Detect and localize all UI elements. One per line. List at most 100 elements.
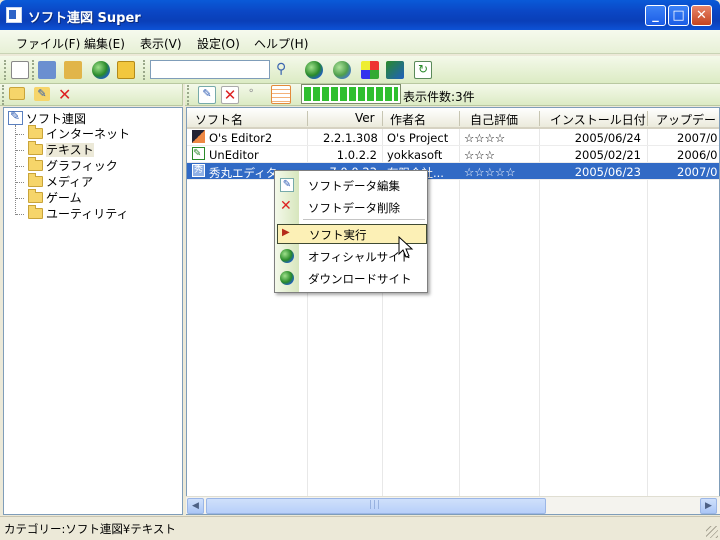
tree-toolbar: ✎ ✕ — [0, 84, 183, 106]
column-header-update-date[interactable]: アップデー — [656, 111, 716, 128]
cell-author: yokkasoft — [387, 148, 443, 162]
toolbar-grip[interactable] — [4, 60, 7, 80]
search-input[interactable] — [150, 60, 270, 79]
progress-fill — [304, 87, 398, 101]
toolbar-grip[interactable] — [143, 60, 146, 80]
resize-grip[interactable] — [706, 526, 718, 538]
delete-icon[interactable]: ✕ — [221, 86, 239, 104]
app-icon — [6, 7, 22, 23]
menu-help[interactable]: ヘルプ(H) — [254, 35, 308, 52]
menu-download-site[interactable]: ダウンロードサイト — [275, 268, 427, 288]
tree-node-internet[interactable]: インターネット — [28, 125, 130, 141]
menu-bar: ファイル(F) 編集(E) 表示(V) 設定(O) ヘルプ(H) — [0, 30, 720, 54]
reload-icon[interactable]: ↻ — [414, 61, 432, 79]
menu-item-label: ソフトデータ編集 — [308, 179, 400, 193]
menu-view[interactable]: 表示(V) — [140, 35, 182, 52]
tree-node-label: ユーティリティ — [46, 207, 129, 221]
folder-icon — [28, 125, 43, 139]
color-icon[interactable] — [361, 61, 379, 79]
tree-node-game[interactable]: ゲーム — [28, 189, 82, 205]
tree-root-label: ソフト連図 — [26, 112, 87, 126]
menu-file[interactable]: ファイル(F) — [16, 35, 80, 52]
menu-settings[interactable]: 設定(O) — [197, 35, 240, 52]
cell-installed: 2005/02/21 — [574, 148, 641, 162]
edit-icon[interactable]: ✎ — [198, 86, 216, 104]
menu-edit[interactable]: 編集(E) — [84, 35, 125, 52]
table-row-selected[interactable]: 秀 秀丸エディタ 7.0.0.23 有限会社... ☆☆☆☆☆ 2005/06/… — [187, 163, 719, 180]
tree-node-label: グラフィック — [46, 159, 118, 173]
refresh-icon[interactable] — [92, 61, 110, 79]
column-header-author[interactable]: 作者名 — [390, 111, 426, 128]
cell-updated: 2007/0 — [677, 165, 718, 179]
close-button[interactable]: ✕ — [691, 5, 712, 26]
status-text: カテゴリー:ソフト連図¥テキスト — [4, 522, 176, 536]
software-list[interactable]: ソフト名 Ver 作者名 自己評価 インストール日付 アップデー O's Edi… — [186, 107, 720, 515]
cell-author: O's Project — [387, 131, 449, 145]
main-toolbar: ⚲ ↻ — [0, 56, 720, 84]
toolbar-grip[interactable] — [187, 85, 190, 105]
tree-node-graphics[interactable]: グラフィック — [28, 157, 118, 173]
delete-folder-icon[interactable]: ✕ — [58, 85, 76, 104]
scroll-right-button[interactable]: ▶ — [700, 498, 717, 514]
folder-open-icon — [28, 141, 43, 155]
cell-ver: 1.0.2.2 — [336, 148, 377, 162]
tree-root[interactable]: ソフト連図 — [8, 109, 87, 126]
folder-icon — [28, 189, 43, 203]
column-header-install-date[interactable]: インストール日付 — [550, 111, 646, 128]
cell-name: 秀丸エディタ — [209, 166, 278, 180]
tree-node-text[interactable]: テキスト — [28, 141, 94, 157]
column-header-rating[interactable]: 自己評価 — [470, 111, 518, 128]
edit-icon: ✎ — [280, 178, 294, 192]
category-tree[interactable]: ソフト連図 インターネット テキスト グラフィック メディア ゲーム ユーティリ… — [3, 107, 183, 515]
app-icon: ✎ — [192, 147, 205, 160]
cell-updated: 2007/0 — [677, 131, 718, 145]
folder-icon — [28, 157, 43, 171]
column-header-name[interactable]: ソフト名 — [195, 111, 243, 128]
maximize-button[interactable]: □ — [668, 5, 689, 26]
menu-delete-software[interactable]: ✕ ソフトデータ削除 — [275, 197, 427, 217]
table-row[interactable]: O's Editor2 2.2.1.308 O's Project ☆☆☆☆ 2… — [187, 129, 719, 146]
tree-node-utility[interactable]: ユーティリティ — [28, 205, 129, 221]
progress-bar — [301, 84, 401, 104]
app-icon — [192, 130, 205, 143]
tree-icon[interactable] — [386, 61, 404, 79]
tree-node-label: メディア — [46, 175, 94, 189]
cell-updated: 2006/0 — [677, 148, 718, 162]
cell-rating: ☆☆☆☆☆ — [464, 165, 516, 179]
list-view-icon[interactable] — [271, 85, 291, 104]
web-icon[interactable] — [305, 61, 323, 79]
search-icon[interactable]: ⚲ — [276, 61, 294, 79]
scroll-left-button[interactable]: ◀ — [187, 498, 204, 514]
globe-icon — [280, 249, 294, 263]
new-folder-icon[interactable] — [9, 87, 25, 100]
table-row[interactable]: ✎ UnEditor 1.0.2.2 yokkasoft ☆☆☆ 2005/02… — [187, 146, 719, 163]
new-icon[interactable] — [11, 61, 29, 79]
toolbar-grip[interactable] — [2, 85, 5, 105]
horizontal-scrollbar[interactable]: ◀ ▶ — [186, 496, 720, 514]
import-icon[interactable] — [38, 61, 56, 79]
tree-node-label: ゲーム — [46, 191, 82, 205]
folder-icon — [28, 205, 43, 219]
menu-edit-software[interactable]: ✎ ソフトデータ編集 — [275, 175, 427, 195]
tree-node-label: テキスト — [46, 143, 94, 157]
rename-folder-icon[interactable]: ✎ — [34, 87, 50, 101]
cell-rating: ☆☆☆ — [464, 148, 495, 162]
folder-save-icon[interactable] — [117, 61, 135, 79]
sort-icon[interactable]: ⚬ — [247, 86, 265, 104]
menu-item-label: ソフトデータ削除 — [308, 201, 400, 215]
tree-node-media[interactable]: メディア — [28, 173, 93, 189]
tree-node-label: インターネット — [46, 127, 131, 141]
title-bar[interactable]: ソフト連図 Super _ □ ✕ — [0, 0, 720, 30]
window-title: ソフト連図 Super — [28, 11, 141, 26]
cell-rating: ☆☆☆☆ — [464, 131, 506, 145]
export-icon[interactable] — [64, 61, 82, 79]
status-bar: カテゴリー:ソフト連図¥テキスト — [0, 516, 720, 540]
menu-item-label: ダウンロードサイト — [308, 272, 412, 286]
web-search-icon[interactable] — [333, 61, 351, 79]
context-menu: ✎ ソフトデータ編集 ✕ ソフトデータ削除 ▶ ソフト実行 オフィシャルサイト … — [274, 170, 428, 293]
toolbar-grip[interactable] — [32, 60, 35, 80]
scroll-thumb[interactable] — [206, 498, 546, 514]
column-header-ver[interactable]: Ver — [355, 111, 375, 125]
cell-installed: 2005/06/23 — [574, 165, 641, 179]
minimize-button[interactable]: _ — [645, 5, 666, 26]
